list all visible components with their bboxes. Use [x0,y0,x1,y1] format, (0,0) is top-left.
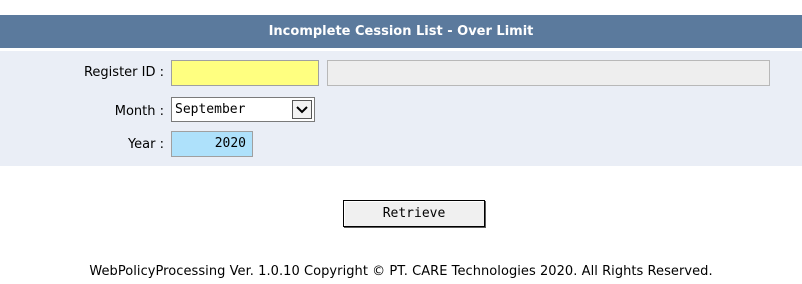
year-input[interactable]: 2020 [171,131,253,157]
month-selected-value: September [175,102,246,117]
page-title: Incomplete Cession List - Over Limit [268,24,534,39]
month-label: Month : [114,104,164,119]
register-id-input[interactable] [171,60,319,86]
register-id-label: Register ID : [83,65,164,80]
month-select[interactable]: September [171,97,315,122]
retrieve-button[interactable]: Retrieve [343,200,485,227]
chevron-down-icon[interactable] [292,100,312,119]
register-name-field [327,60,770,86]
footer-copyright: WebPolicyProcessing Ver. 1.0.10 Copyrigh… [89,264,713,279]
page-header: Incomplete Cession List - Over Limit [0,15,802,48]
year-label: Year : [127,137,164,152]
